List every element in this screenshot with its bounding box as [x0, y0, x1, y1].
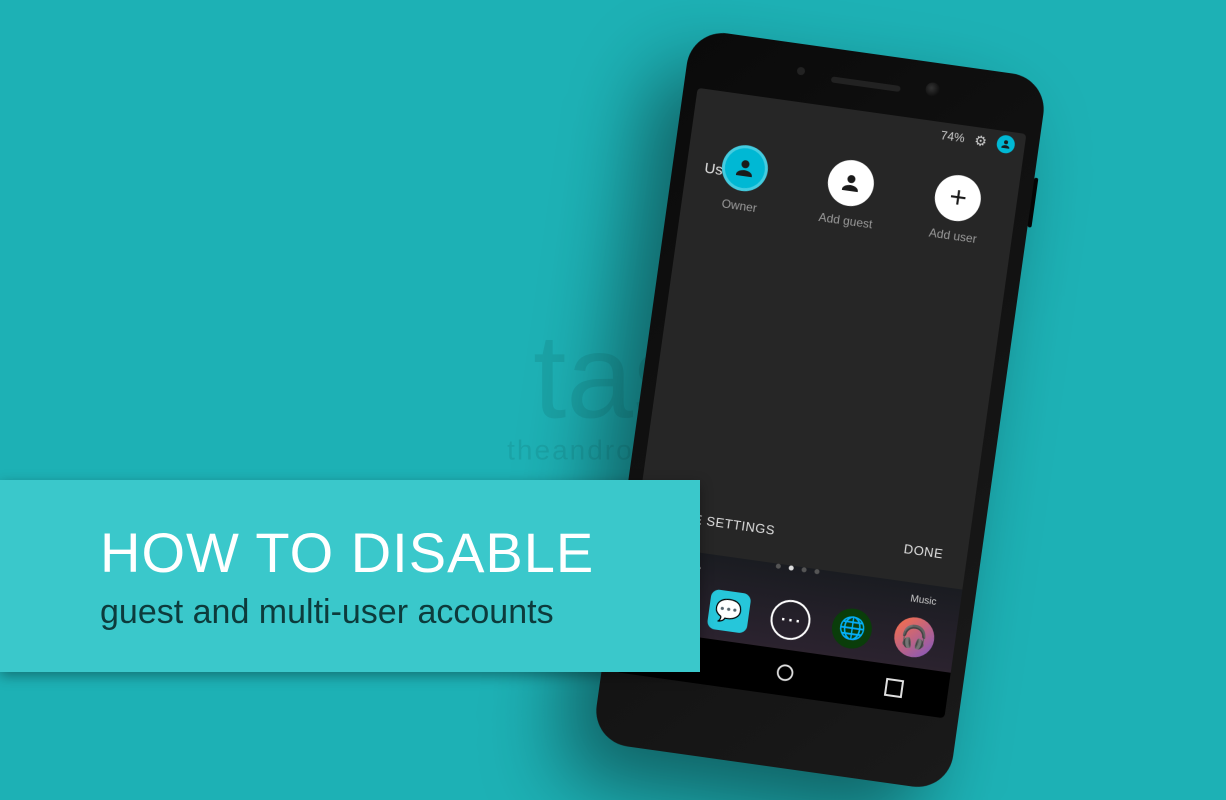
add-user[interactable]: + Add user: [928, 172, 985, 246]
add-user-label: Add user: [928, 226, 978, 247]
recents-icon[interactable]: [884, 678, 904, 698]
home-icon[interactable]: [773, 660, 798, 685]
proximity-sensor: [796, 67, 805, 76]
battery-text: 74%: [940, 128, 966, 145]
user-owner-label: Owner: [721, 196, 758, 215]
phone-body: 74% ⚙ User Owner A: [592, 28, 1049, 791]
music-icon[interactable]: 🎧: [891, 615, 936, 660]
done-button[interactable]: DONE: [903, 541, 944, 561]
caption-title: HOW TO DISABLE: [100, 520, 640, 585]
caption-box: HOW TO DISABLE guest and multi-user acco…: [0, 480, 700, 672]
browser-icon[interactable]: 🌐: [830, 606, 875, 651]
guest-icon: [825, 157, 877, 209]
messages-icon[interactable]: 💬: [706, 589, 751, 634]
caption-subtitle: guest and multi-user accounts: [100, 593, 640, 632]
add-guest[interactable]: Add guest: [818, 157, 881, 232]
user-grid: Owner Add guest + Add user: [681, 137, 1019, 251]
phone: 74% ⚙ User Owner A: [592, 28, 1049, 791]
front-camera: [925, 82, 941, 98]
earpiece: [831, 76, 901, 92]
app-drawer-icon[interactable]: ⋯: [768, 597, 813, 642]
user-icon: [719, 142, 771, 194]
plus-icon: +: [932, 172, 984, 224]
user-switcher-icon[interactable]: [996, 134, 1016, 154]
settings-icon[interactable]: ⚙: [973, 131, 988, 150]
dock-label-right: Music: [910, 593, 937, 608]
add-guest-label: Add guest: [818, 210, 873, 231]
user-owner[interactable]: Owner: [716, 142, 771, 216]
